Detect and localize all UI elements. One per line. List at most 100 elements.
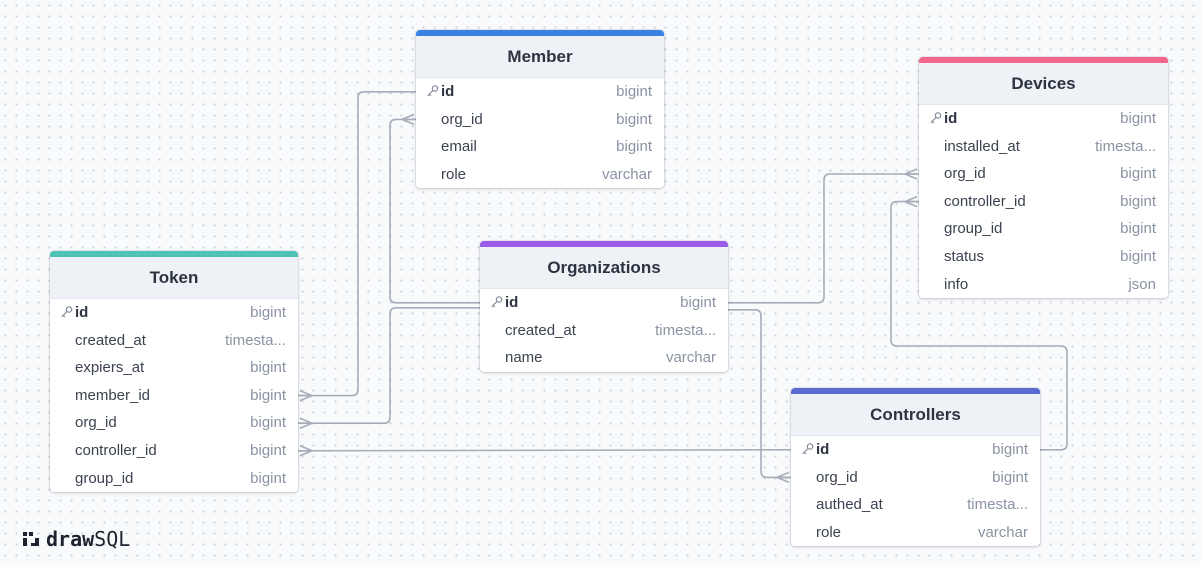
- column-type: varchar: [665, 349, 716, 367]
- relation-line-token-controller-id[interactable]: [297, 449, 792, 452]
- column-name: id: [816, 441, 830, 458]
- column-row-devices-info[interactable]: info json: [919, 271, 1168, 299]
- table-token[interactable]: Token id bigint created_at timesta... expiers…: [50, 251, 298, 493]
- crows-foot-icon: [299, 445, 313, 457]
- column-name: org_id: [944, 165, 986, 183]
- column-type: bigint: [250, 304, 286, 321]
- column-type: bigint: [616, 83, 652, 100]
- column-type: timesta...: [655, 321, 716, 339]
- column-row-devices-status[interactable]: status bigint: [919, 243, 1168, 271]
- column-name: org_id: [441, 110, 483, 128]
- column-type: json: [1128, 275, 1156, 293]
- column-row-token-created-at[interactable]: created_at timesta...: [50, 327, 298, 355]
- column-name: created_at: [75, 331, 146, 349]
- primary-key-icon: [427, 85, 439, 97]
- column-type: varchar: [601, 165, 652, 183]
- logo-text-draw: draw: [46, 527, 95, 551]
- table-devices[interactable]: Devices id bigint installed_at timesta... org…: [919, 57, 1168, 299]
- column-name: expiers_at: [75, 359, 145, 377]
- column-type: bigint: [250, 441, 286, 459]
- column-name: group_id: [944, 220, 1003, 238]
- column-name: id: [944, 110, 958, 127]
- column-row-token-expiers-at[interactable]: expiers_at bigint: [50, 354, 298, 382]
- column-name: id: [505, 294, 519, 311]
- relation-line-devices-org-id[interactable]: [728, 173, 919, 304]
- column-name: installed_at: [944, 137, 1020, 155]
- column-type: varchar: [977, 523, 1028, 541]
- column-row-organizations-created-at[interactable]: created_at timesta...: [480, 317, 728, 345]
- column-row-devices-org-id[interactable]: org_id bigint: [919, 160, 1168, 188]
- table-title-devices[interactable]: Devices: [919, 63, 1168, 105]
- table-title-controllers[interactable]: Controllers: [791, 394, 1040, 436]
- column-row-devices-controller-id[interactable]: controller_id bigint: [919, 188, 1168, 216]
- column-row-member-org-id[interactable]: org_id bigint: [416, 106, 664, 134]
- column-name: controller_id: [944, 192, 1026, 210]
- primary-key-icon: [61, 306, 73, 318]
- column-name: org_id: [75, 414, 117, 432]
- column-row-organizations-name[interactable]: name varchar: [480, 344, 728, 372]
- column-row-member-role[interactable]: role varchar: [416, 161, 664, 189]
- column-name: id: [441, 83, 455, 100]
- column-type: timesta...: [967, 496, 1028, 514]
- relation-line-token-org-id[interactable]: [298, 307, 480, 424]
- crows-foot-icon: [776, 471, 790, 484]
- column-type: bigint: [250, 359, 286, 377]
- table-organizations[interactable]: Organizations id bigint created_at timesta..…: [480, 241, 728, 372]
- column-type: bigint: [992, 468, 1028, 486]
- column-type: bigint: [250, 414, 286, 432]
- column-name: id: [75, 304, 89, 321]
- column-type: bigint: [616, 110, 652, 128]
- column-type: bigint: [250, 386, 286, 404]
- crows-foot-icon: [401, 113, 415, 126]
- table-controllers[interactable]: Controllers id bigint org_id bigint authed_at…: [791, 388, 1040, 547]
- column-name: controller_id: [75, 441, 157, 459]
- column-name: group_id: [75, 469, 134, 487]
- table-title-organizations[interactable]: Organizations: [480, 247, 728, 289]
- column-name: role: [441, 165, 467, 183]
- relation-line-token-member-id[interactable]: [298, 91, 416, 397]
- column-name: info: [944, 275, 969, 293]
- column-name: status: [944, 247, 985, 265]
- column-type: bigint: [1120, 165, 1156, 183]
- column-row-devices-group-id[interactable]: group_id bigint: [919, 215, 1168, 243]
- column-type: bigint: [1120, 247, 1156, 265]
- column-type: bigint: [250, 469, 286, 487]
- column-row-token-id[interactable]: id bigint: [50, 299, 298, 327]
- crows-foot-icon: [299, 417, 313, 429]
- column-row-controllers-id[interactable]: id bigint: [791, 436, 1040, 464]
- column-row-organizations-id[interactable]: id bigint: [480, 289, 728, 317]
- column-row-devices-installed-at[interactable]: installed_at timesta...: [919, 133, 1168, 161]
- column-row-controllers-org-id[interactable]: org_id bigint: [791, 464, 1040, 492]
- column-row-member-email[interactable]: email bigint: [416, 133, 664, 161]
- column-type: bigint: [616, 138, 652, 156]
- column-row-controllers-authed-at[interactable]: authed_at timesta...: [791, 491, 1040, 519]
- table-member[interactable]: Member id bigint org_id bigint email bigint rol…: [416, 30, 664, 189]
- column-name: authed_at: [816, 496, 883, 514]
- relation-line-controllers-org-id[interactable]: [728, 309, 791, 479]
- column-row-token-org-id[interactable]: org_id bigint: [50, 409, 298, 437]
- column-name: email: [441, 138, 477, 156]
- column-row-devices-id[interactable]: id bigint: [919, 105, 1168, 133]
- column-name: org_id: [816, 468, 858, 486]
- column-row-token-group-id[interactable]: group_id bigint: [50, 465, 298, 493]
- column-name: role: [816, 523, 842, 541]
- column-row-controllers-role[interactable]: role varchar: [791, 519, 1040, 547]
- drawsql-logo-icon: [23, 532, 39, 546]
- table-title-token[interactable]: Token: [50, 257, 298, 299]
- table-title-member[interactable]: Member: [416, 36, 664, 78]
- column-type: timesta...: [225, 331, 286, 349]
- crows-foot-icon: [299, 389, 313, 402]
- primary-key-icon: [930, 112, 942, 124]
- primary-key-icon: [491, 296, 503, 308]
- column-name: member_id: [75, 386, 151, 404]
- drawsql-logo: draw SQL: [22, 527, 130, 551]
- column-type: timesta...: [1095, 137, 1156, 155]
- column-row-token-member-id[interactable]: member_id bigint: [50, 382, 298, 410]
- column-name: name: [505, 349, 543, 367]
- column-row-member-id[interactable]: id bigint: [416, 78, 664, 106]
- crows-foot-icon: [904, 195, 918, 208]
- crows-foot-icon: [904, 168, 918, 180]
- column-type: bigint: [1120, 220, 1156, 238]
- column-row-token-controller-id[interactable]: controller_id bigint: [50, 437, 298, 465]
- column-type: bigint: [992, 441, 1028, 458]
